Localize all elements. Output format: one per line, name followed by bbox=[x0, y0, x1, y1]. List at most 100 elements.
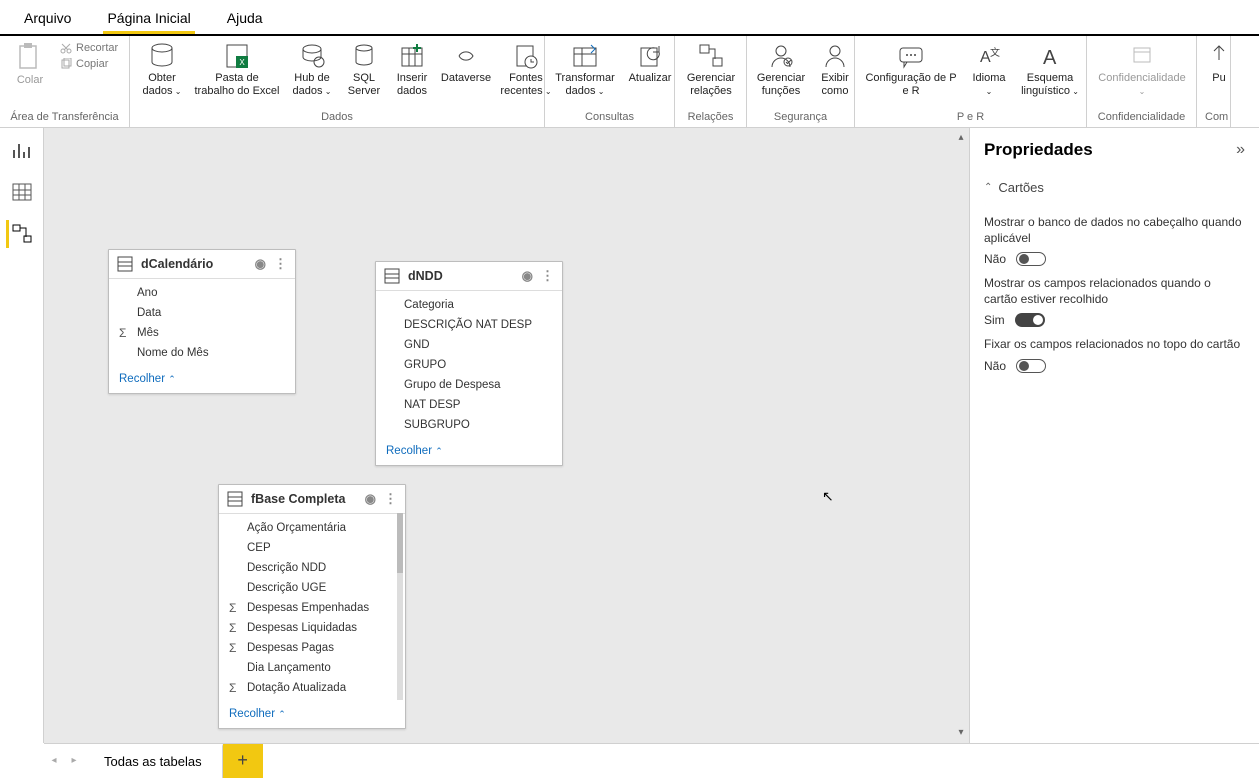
toggle-pin-related[interactable] bbox=[1016, 359, 1046, 373]
cursor-icon: ↖ bbox=[822, 488, 834, 505]
manage-roles-button[interactable]: Gerenciar funções bbox=[755, 42, 807, 97]
section-title: Cartões bbox=[998, 180, 1044, 195]
menu-home[interactable]: Página Inicial bbox=[103, 10, 194, 34]
scroll-up-icon[interactable]: ▴ bbox=[955, 132, 967, 144]
field-label: Data bbox=[137, 307, 161, 319]
sensitivity-icon bbox=[1128, 42, 1156, 70]
field-item[interactable]: DESCRIÇÃO NAT DESP bbox=[376, 315, 562, 335]
table-icon bbox=[227, 491, 243, 507]
get-data-button[interactable]: Obter dados ⌄ bbox=[138, 42, 186, 97]
excel-button[interactable]: X Pasta de trabalho do Excel bbox=[194, 42, 280, 97]
tab-all-tables[interactable]: Todas as tabelas bbox=[84, 744, 223, 778]
eye-icon[interactable]: ◉ bbox=[522, 268, 533, 284]
manage-relations-label: Gerenciar relações bbox=[683, 72, 739, 97]
recent-icon bbox=[513, 42, 539, 70]
qa-schema-button[interactable]: A Esquema linguístico ⌄ bbox=[1019, 42, 1081, 97]
prop-show-db-header: Mostrar o banco de dados no cabeçalho qu… bbox=[984, 215, 1245, 246]
field-item[interactable]: Ano bbox=[109, 283, 295, 303]
refresh-label: Atualizar bbox=[629, 72, 672, 85]
field-item[interactable]: GND bbox=[376, 335, 562, 355]
more-icon[interactable]: ⋮ bbox=[274, 256, 287, 272]
refresh-button[interactable]: Atualizar bbox=[625, 42, 675, 85]
cut-button[interactable]: Recortar bbox=[60, 42, 118, 54]
tab-next-icon[interactable]: ▸ bbox=[64, 755, 84, 766]
publish-button[interactable]: Pu bbox=[1205, 42, 1231, 85]
copy-icon bbox=[60, 58, 72, 70]
field-item[interactable]: CEP bbox=[219, 538, 405, 558]
ribbon: Colar Recortar Copiar Área de Transferên… bbox=[0, 36, 1259, 128]
enter-data-button[interactable]: Inserir dados bbox=[392, 42, 432, 97]
properties-panel: Propriedades » ⌃ Cartões Mostrar o banco… bbox=[969, 128, 1259, 743]
field-item[interactable]: ΣDotação Atualizada bbox=[219, 678, 405, 698]
enter-data-icon bbox=[399, 42, 425, 70]
chevron-up-icon: ⌃ bbox=[984, 182, 992, 193]
toggle-show-related[interactable] bbox=[1015, 313, 1045, 327]
model-canvas[interactable]: ▴ ▾ dCalendário ◉ ⋮ Ano Data ΣMêsNome do M… bbox=[44, 128, 969, 743]
field-item[interactable]: Dia Lançamento bbox=[219, 658, 405, 678]
collapse-button[interactable]: Recolher ⌃ bbox=[109, 367, 295, 393]
card-title: dCalendário bbox=[141, 257, 247, 271]
field-item[interactable]: ΣDespesas Pagas bbox=[219, 638, 405, 658]
more-icon[interactable]: ⋮ bbox=[541, 268, 554, 284]
qa-language-button[interactable]: A文 Idioma⌄ bbox=[967, 42, 1011, 97]
copy-button[interactable]: Copiar bbox=[60, 58, 118, 70]
view-as-button[interactable]: Exibir como bbox=[815, 42, 855, 97]
report-view-button[interactable] bbox=[8, 136, 36, 164]
sigma-icon: Σ bbox=[229, 601, 236, 615]
publish-label: Pu bbox=[1212, 72, 1225, 85]
model-view-button[interactable] bbox=[6, 220, 34, 248]
table-card-dndd[interactable]: dNDD ◉ ⋮ CategoriaDESCRIÇÃO NAT DESPGNDG… bbox=[375, 261, 563, 466]
menu-file[interactable]: Arquivo bbox=[20, 10, 75, 34]
toggle-label: Não bbox=[984, 252, 1006, 266]
sql-icon bbox=[353, 42, 375, 70]
field-item[interactable]: Ação Orçamentária bbox=[219, 518, 405, 538]
roles-icon bbox=[768, 42, 794, 70]
properties-title: Propriedades bbox=[984, 140, 1093, 160]
collapse-panel-icon[interactable]: » bbox=[1236, 141, 1245, 159]
field-label: Despesas Liquidadas bbox=[247, 622, 357, 634]
field-item[interactable]: ΣDespesas Liquidadas bbox=[219, 618, 405, 638]
eye-icon[interactable]: ◉ bbox=[365, 491, 376, 507]
field-item[interactable]: ΣDespesas Empenhadas bbox=[219, 598, 405, 618]
add-tab-button[interactable]: + bbox=[223, 744, 263, 778]
transform-button[interactable]: Transformar dados ⌄ bbox=[553, 42, 617, 97]
field-item[interactable]: Descrição NDD bbox=[219, 558, 405, 578]
transform-label: Transformar dados ⌄ bbox=[553, 72, 617, 97]
sql-button[interactable]: SQL Server bbox=[344, 42, 384, 97]
field-item[interactable]: Nome do Mês bbox=[109, 343, 295, 363]
field-item[interactable]: ΣMês bbox=[109, 323, 295, 343]
menu-help[interactable]: Ajuda bbox=[223, 10, 267, 34]
eye-icon[interactable]: ◉ bbox=[255, 256, 266, 272]
datahub-button[interactable]: Hub de dados ⌄ bbox=[288, 42, 336, 97]
field-item[interactable]: Descrição UGE bbox=[219, 578, 405, 598]
table-card-dcalendario[interactable]: dCalendário ◉ ⋮ Ano Data ΣMêsNome do Mês R… bbox=[108, 249, 296, 394]
manage-relations-button[interactable]: Gerenciar relações bbox=[683, 42, 739, 97]
more-icon[interactable]: ⋮ bbox=[384, 491, 397, 507]
table-card-fbase[interactable]: fBase Completa ◉ ⋮ Ação OrçamentáriaCEPD… bbox=[218, 484, 406, 729]
tab-prev-icon[interactable]: ◂ bbox=[44, 755, 64, 766]
field-item[interactable]: NAT DESP bbox=[376, 395, 562, 415]
collapse-button[interactable]: Recolher ⌃ bbox=[376, 439, 562, 465]
field-item[interactable]: SUBGRUPO bbox=[376, 415, 562, 435]
toggle-show-db-header[interactable] bbox=[1016, 252, 1046, 266]
card-fields: Ano Data ΣMêsNome do Mês bbox=[109, 279, 295, 367]
field-item[interactable]: Data bbox=[109, 303, 295, 323]
sensitivity-button[interactable]: Confidencialidade⌄ bbox=[1095, 42, 1189, 97]
schema-icon: A bbox=[1037, 42, 1063, 70]
card-scrollbar[interactable] bbox=[397, 513, 403, 700]
field-item[interactable]: GRUPO bbox=[376, 355, 562, 375]
paste-button[interactable]: Colar bbox=[8, 42, 52, 87]
model-view-icon bbox=[12, 224, 32, 244]
sql-label: SQL Server bbox=[344, 72, 384, 97]
qa-config-button[interactable]: Configuração de P e R bbox=[863, 42, 959, 97]
field-item[interactable]: Grupo de Despesa bbox=[376, 375, 562, 395]
section-header-cards[interactable]: ⌃ Cartões bbox=[984, 170, 1245, 205]
collapse-button[interactable]: Recolher ⌃ bbox=[219, 702, 405, 728]
toggle-label: Sim bbox=[984, 313, 1005, 327]
data-view-button[interactable] bbox=[8, 178, 36, 206]
field-item[interactable]: Categoria bbox=[376, 295, 562, 315]
refresh-icon bbox=[637, 42, 663, 70]
enter-data-label: Inserir dados bbox=[392, 72, 432, 97]
scroll-down-icon[interactable]: ▾ bbox=[955, 727, 967, 739]
dataverse-button[interactable]: Dataverse bbox=[440, 42, 492, 85]
